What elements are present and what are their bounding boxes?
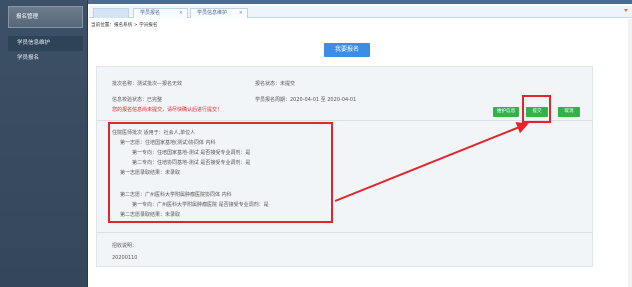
notes-label: 招收说明： — [112, 243, 138, 249]
notes-value: 20200110 — [112, 255, 138, 261]
scrollbar[interactable] — [628, 19, 632, 287]
annotation-arrow — [334, 122, 529, 202]
divider — [96, 232, 593, 233]
